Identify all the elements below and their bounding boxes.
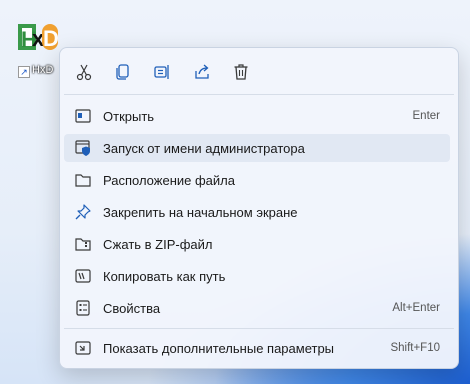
pin-icon [73, 202, 93, 222]
menu-item-compress-zip[interactable]: Сжать в ZIP-файл [64, 230, 450, 258]
copy-icon [116, 64, 129, 80]
share-button[interactable] [188, 58, 216, 86]
zip-folder-icon [73, 234, 93, 254]
menu-item-file-location[interactable]: Расположение файла [64, 166, 450, 194]
menu-item-show-more-options[interactable]: Показать дополнительные параметры Shift+… [64, 334, 450, 362]
delete-button[interactable] [227, 58, 255, 86]
menu-divider [64, 94, 454, 95]
more-options-icon [73, 338, 93, 358]
delete-icon [234, 64, 248, 80]
menu-divider [64, 328, 454, 329]
context-menu: Открыть Enter Запуск от имени администра… [59, 47, 459, 369]
folder-icon [73, 170, 93, 190]
open-icon [73, 106, 93, 126]
copy-path-icon [73, 266, 93, 286]
rename-button[interactable] [148, 58, 176, 86]
menu-item-pin-start[interactable]: Закрепить на начальном экране [64, 198, 450, 226]
shortcut-arrow-icon: ↗ [18, 66, 30, 78]
shield-icon [73, 138, 93, 158]
context-toolbar [60, 56, 458, 88]
svg-text:D: D [43, 26, 58, 51]
cut-button[interactable] [70, 58, 98, 86]
menu-item-properties[interactable]: Свойства Alt+Enter [64, 294, 450, 322]
cut-icon [76, 64, 92, 81]
hxd-app-icon: H x D [18, 20, 59, 56]
menu-item-run-as-admin[interactable]: Запуск от имени администратора [64, 134, 450, 162]
desktop-icon-label: HxD [32, 64, 54, 76]
rename-icon [154, 65, 169, 79]
copy-button[interactable] [109, 58, 137, 86]
menu-item-copy-as-path[interactable]: Копировать как путь [64, 262, 450, 290]
properties-icon [73, 298, 93, 318]
menu-item-open[interactable]: Открыть Enter [64, 102, 450, 130]
share-icon [195, 64, 209, 79]
